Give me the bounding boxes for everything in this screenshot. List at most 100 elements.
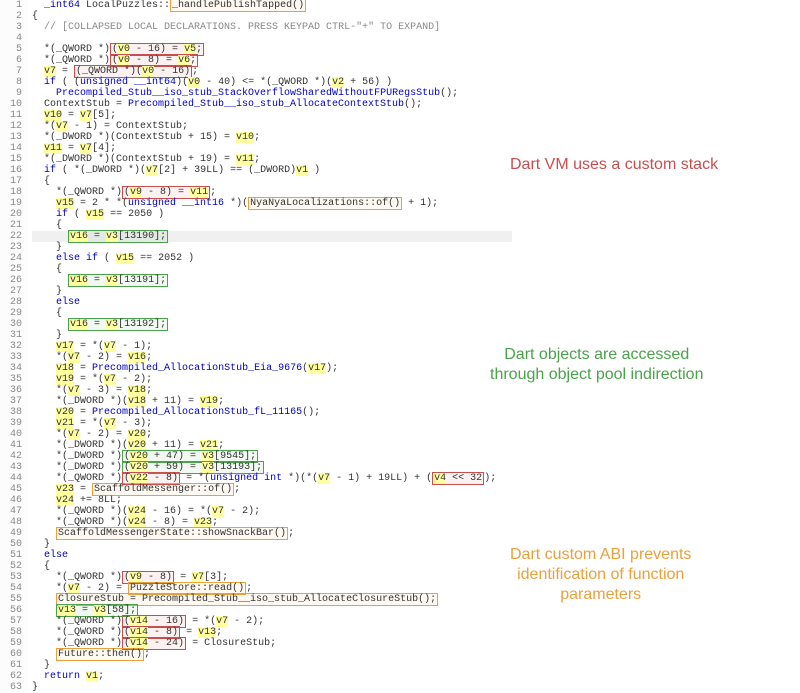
code-line: Future::then();: [32, 649, 800, 660]
line-number: 39: [0, 418, 22, 429]
reg-shift: v4 << 32: [432, 472, 484, 485]
code-line: }: [32, 682, 800, 693]
line-number: 44: [0, 473, 22, 484]
line-number: 13: [0, 132, 22, 143]
code-line: {: [32, 11, 800, 22]
fn-showSnackBar: ScaffoldMessengerState::showSnackBar(): [56, 527, 288, 540]
line-number: 32: [0, 341, 22, 352]
line-number: 51: [0, 550, 22, 561]
code-line: *(v7 - 3) = v18;: [32, 385, 800, 396]
line-number: 11: [0, 110, 22, 121]
line-number: 58: [0, 627, 22, 638]
code-line: }: [32, 242, 800, 253]
line-number: 14: [0, 143, 22, 154]
line-number: 48: [0, 517, 22, 528]
line-number: 23: [0, 242, 22, 253]
line-number: 47: [0, 506, 22, 517]
line-number: 25: [0, 264, 22, 275]
line-number: 10: [0, 99, 22, 110]
line-number: 35: [0, 374, 22, 385]
line-number-gutter: 1234567891011121314151617181920212223242…: [0, 0, 28, 693]
code-line: v16 = v3[13191];: [32, 275, 800, 286]
code-line: *(_QWORD *)(v14 - 24) = ClosureStub;: [32, 638, 800, 649]
line-number: 61: [0, 660, 22, 671]
line-number: 46: [0, 495, 22, 506]
code-line: *(v7 - 2) = v20;: [32, 429, 800, 440]
fn-Future-then: Future::then(): [56, 648, 144, 661]
code-line: if ( v15 == 2050 ): [32, 209, 800, 220]
line-number: 37: [0, 396, 22, 407]
code-line: }: [32, 660, 800, 671]
line-number: 21: [0, 220, 22, 231]
code-line: return v1;: [32, 671, 800, 682]
line-number: 8: [0, 77, 22, 88]
code-line: if ( (unsigned __int64)(v0 - 40) <= *(_Q…: [32, 77, 800, 88]
line-number: 26: [0, 275, 22, 286]
line-number: 1: [0, 0, 22, 11]
code-line: v20 = Precompiled_AllocationStub_fL_1116…: [32, 407, 800, 418]
object-pool-access: v16 = v3[13190];: [68, 230, 168, 243]
line-number: 57: [0, 616, 22, 627]
line-number: 52: [0, 561, 22, 572]
code-line: else if ( v15 == 2052 ): [32, 253, 800, 264]
line-number: 50: [0, 539, 22, 550]
line-number: 22: [0, 231, 22, 242]
line-number: 24: [0, 253, 22, 264]
code-line: *(_DWORD *)(ContextStub + 15) = v10;: [32, 132, 800, 143]
annotation-red: Dart VM uses a custom stack: [510, 155, 718, 175]
line-number: 33: [0, 352, 22, 363]
line-number: 3: [0, 22, 22, 33]
line-number: 31: [0, 330, 22, 341]
code-line: ScaffoldMessengerState::showSnackBar();: [32, 528, 800, 539]
line-number: 55: [0, 594, 22, 605]
line-number: 9: [0, 88, 22, 99]
line-number: 16: [0, 165, 22, 176]
line-number: 41: [0, 440, 22, 451]
line-number: 20: [0, 209, 22, 220]
line-number: 18: [0, 187, 22, 198]
line-number: 38: [0, 407, 22, 418]
code-line: *(_DWORD *)(v18 + 11) = v19;: [32, 396, 800, 407]
code-line: // [COLLAPSED LOCAL DECLARATIONS. PRESS …: [32, 22, 800, 33]
line-number: 28: [0, 297, 22, 308]
code-line: v24 += 8LL;: [32, 495, 800, 506]
code-line: v11 = v7[4];: [32, 143, 800, 154]
code-line: v16 = v3[13192];: [32, 319, 800, 330]
line-number: 40: [0, 429, 22, 440]
line-number: 53: [0, 572, 22, 583]
line-number: 34: [0, 363, 22, 374]
code-line: *(v7 - 1) = ContextStub;: [32, 121, 800, 132]
fn-NyaNyaLocalizations-of: NyaNyaLocalizations::of(): [248, 197, 402, 210]
code-line: ContextStub = Precompiled_Stub__iso_stub…: [32, 99, 800, 110]
annotation-green: Dart objects are accessed through object…: [490, 345, 703, 385]
line-number: 7: [0, 66, 22, 77]
line-number: 60: [0, 649, 22, 660]
code-line: v10 = v7[5];: [32, 110, 800, 121]
line-number: 2: [0, 11, 22, 22]
code-line: }: [32, 330, 800, 341]
line-number: 56: [0, 605, 22, 616]
line-number: 19: [0, 198, 22, 209]
line-number: 12: [0, 121, 22, 132]
code-line: v16 = v3[13190];: [32, 231, 800, 242]
line-number: 45: [0, 484, 22, 495]
object-pool-access: v16 = v3[13191];: [68, 274, 168, 287]
code-line: _int64 LocalPuzzles::_handlePublishTappe…: [32, 0, 800, 11]
line-number: 6: [0, 55, 22, 66]
code-line: *(_QWORD *)(v9 - 8) = v11;: [32, 187, 800, 198]
line-number: 62: [0, 671, 22, 682]
line-number: 30: [0, 319, 22, 330]
annotation-orange: Dart custom ABI prevents identification …: [510, 545, 691, 605]
line-number: 4: [0, 33, 22, 44]
line-number: 5: [0, 44, 22, 55]
line-number: 54: [0, 583, 22, 594]
code-line: }: [32, 286, 800, 297]
code-line: else: [32, 297, 800, 308]
code-line: Precompiled_Stub__iso_stub_StackOverflow…: [32, 88, 800, 99]
line-number: 29: [0, 308, 22, 319]
code-line: v7 = (_QWORD *)(v0 - 16);: [32, 66, 800, 77]
line-number: 43: [0, 462, 22, 473]
code-line: v15 = 2 * *(unsigned __int16 *)(NyaNyaLo…: [32, 198, 800, 209]
line-number: 27: [0, 286, 22, 297]
fn-handlePublishTapped: _handlePublishTapped(): [170, 0, 306, 12]
